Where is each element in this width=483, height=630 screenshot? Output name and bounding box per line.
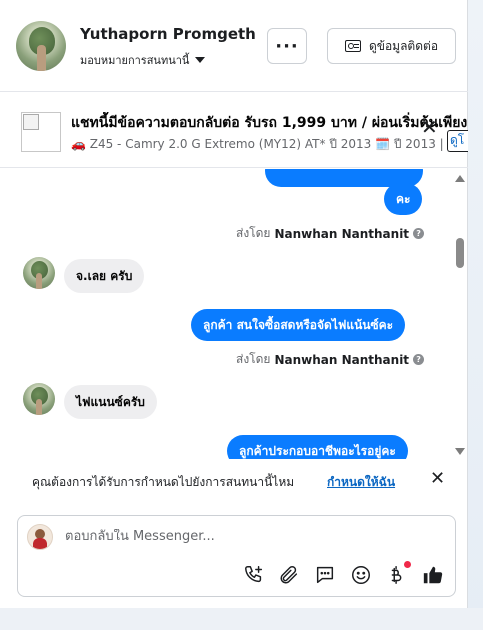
- close-icon[interactable]: ✕: [421, 117, 438, 137]
- view-contact-label: ดูข้อมูลติดต่อ: [368, 38, 439, 53]
- emoji-icon[interactable]: [350, 564, 372, 586]
- scroll-up-arrow[interactable]: [455, 175, 465, 182]
- message-list: คะ ส่งโดย Nanwhan Nanthanit ? จ.เลย ครับ…: [0, 169, 468, 459]
- info-icon[interactable]: ?: [413, 354, 425, 365]
- scroll-down-arrow[interactable]: [455, 448, 465, 455]
- message-bubble-incoming: ไฟแนนซ์ครับ: [64, 385, 157, 419]
- listing-thumbnail[interactable]: [21, 112, 61, 152]
- message-bubble-outgoing: คะ: [384, 183, 423, 215]
- scrollbar-thumb[interactable]: [456, 238, 464, 268]
- listing-title: แชทนี้มีข้อความตอบกลับต่อ รับรถ 1,999 บา…: [71, 115, 468, 131]
- sent-by-label: ส่งโดย Nanwhan Nanthanit ?: [236, 224, 425, 243]
- sender-name: Nanwhan Nanthanit: [274, 226, 410, 241]
- sender-name: Nanwhan Nanthanit: [274, 352, 410, 367]
- more-icon: ···: [275, 35, 299, 57]
- notification-dot: [404, 561, 411, 568]
- message-bubble-outgoing: ลูกค้า สนใจซื้อสดหรือจัดไฟแน้นซ์คะ: [191, 309, 406, 341]
- message-bubble-incoming: จ.เลย ครับ: [64, 259, 145, 293]
- assign-to-me-link[interactable]: กำหนดให้ฉัน: [327, 473, 395, 492]
- assign-label: มอบหมายการสนทนานี้: [80, 54, 190, 67]
- contact-avatar-small: [23, 257, 55, 289]
- conversation-panel: Yuthaporn Promgeth มอบหมายการสนทนานี้ ··…: [0, 0, 468, 608]
- phone-add-icon[interactable]: [243, 564, 265, 586]
- sent-by-label: ส่งโดย Nanwhan Nanthanit ?: [236, 350, 425, 369]
- reply-input[interactable]: [65, 529, 435, 544]
- message-bubble-outgoing: ลูกค้าประกอบอาชีพอะไรอยู่คะ: [227, 435, 408, 459]
- background-edge: [468, 0, 483, 630]
- contact-avatar-small: [23, 383, 55, 415]
- thumbs-up-icon[interactable]: [422, 564, 444, 586]
- assign-question: คุณต้องการได้รับการกำหนดไปยังการสนทนานี้…: [32, 475, 295, 489]
- page-avatar: [27, 524, 53, 550]
- view-contact-button[interactable]: ดูข้อมูลติดต่อ: [327, 28, 456, 64]
- chat-bubble-icon[interactable]: [314, 564, 336, 586]
- info-icon[interactable]: ?: [413, 228, 425, 239]
- listing-banner: แชทนี้มีข้อความตอบกลับต่อ รับรถ 1,999 บา…: [0, 92, 468, 168]
- message-composer: [17, 515, 456, 597]
- conversation-header: Yuthaporn Promgeth มอบหมายการสนทนานี้ ··…: [0, 0, 468, 92]
- caret-down-icon: [195, 57, 206, 63]
- background-edge: [0, 608, 483, 630]
- listing-view-link[interactable]: ดูโ: [447, 130, 468, 152]
- contact-card-icon: [344, 40, 361, 52]
- more-options-button[interactable]: ···: [267, 28, 307, 64]
- contact-name[interactable]: Yuthaporn Promgeth: [80, 25, 256, 43]
- contact-avatar[interactable]: [16, 21, 66, 71]
- close-icon[interactable]: ✕: [430, 470, 445, 488]
- assign-dropdown[interactable]: มอบหมายการสนทนานี้: [80, 51, 206, 69]
- listing-subtitle: 🚗 Z45 - Camry 2.0 G Extremo (MY12) AT* ป…: [71, 137, 446, 151]
- assign-prompt: คุณต้องการได้รับการกำหนดไปยังการสนทนานี้…: [0, 459, 468, 503]
- paperclip-icon[interactable]: [278, 564, 300, 586]
